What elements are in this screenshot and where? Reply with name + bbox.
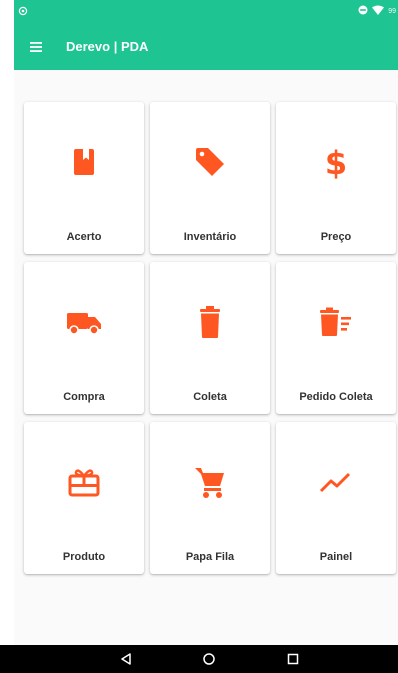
tile-label: Painel — [319, 551, 353, 563]
tile-label: Produto — [62, 551, 106, 563]
tile-coleta[interactable]: Coleta — [150, 262, 270, 414]
truck-icon — [66, 304, 102, 340]
tile-label: Coleta — [193, 391, 227, 403]
tile-compra[interactable]: Compra — [24, 262, 144, 414]
tag-icon — [192, 144, 228, 180]
navigation-bar — [0, 645, 398, 673]
svg-text:$: $ — [325, 144, 347, 180]
tile-painel[interactable]: Painel — [276, 422, 396, 574]
device-screen: 99 Derevo | PDA Acerto Inventário $ Preç… — [0, 0, 398, 673]
trash-icon — [192, 304, 228, 340]
status-icons: 99 — [358, 5, 396, 17]
gift-card-icon — [66, 464, 102, 500]
back-icon[interactable] — [118, 651, 134, 667]
trending-up-icon — [318, 464, 354, 500]
tile-papa-fila[interactable]: Papa Fila — [150, 422, 270, 574]
device-frame — [0, 0, 14, 673]
recents-icon[interactable] — [285, 651, 301, 667]
tile-label: Compra — [63, 391, 105, 403]
trash-list-icon — [318, 304, 354, 340]
tile-label: Preço — [320, 231, 352, 243]
dollar-icon: $ — [318, 144, 354, 180]
tile-pedido-coleta[interactable]: Pedido Coleta — [276, 262, 396, 414]
tile-produto[interactable]: Produto — [24, 422, 144, 574]
book-icon — [66, 144, 102, 180]
hamburger-menu-icon[interactable] — [28, 38, 46, 56]
tile-label: Papa Fila — [185, 551, 235, 563]
status-bar: 99 — [14, 0, 398, 24]
notification-icon — [18, 6, 28, 16]
app-title: Derevo | PDA — [66, 39, 149, 54]
app-screen: 99 Derevo | PDA Acerto Inventário $ Preç… — [14, 0, 398, 673]
tile-acerto[interactable]: Acerto — [24, 102, 144, 254]
menu-grid: Acerto Inventário $ Preço Compra Coleta … — [24, 102, 396, 574]
tile-label: Inventário — [183, 231, 237, 243]
wifi-icon — [372, 5, 385, 17]
tile-inventario[interactable]: Inventário — [150, 102, 270, 254]
battery-level: 99 — [388, 7, 396, 15]
home-icon[interactable] — [201, 651, 217, 667]
do-not-disturb-icon — [358, 5, 368, 17]
tile-label: Acerto — [66, 231, 102, 243]
tile-preco[interactable]: $ Preço — [276, 102, 396, 254]
tile-label: Pedido Coleta — [299, 391, 373, 403]
app-bar: Derevo | PDA — [14, 24, 398, 70]
shopping-cart-icon — [192, 464, 228, 500]
